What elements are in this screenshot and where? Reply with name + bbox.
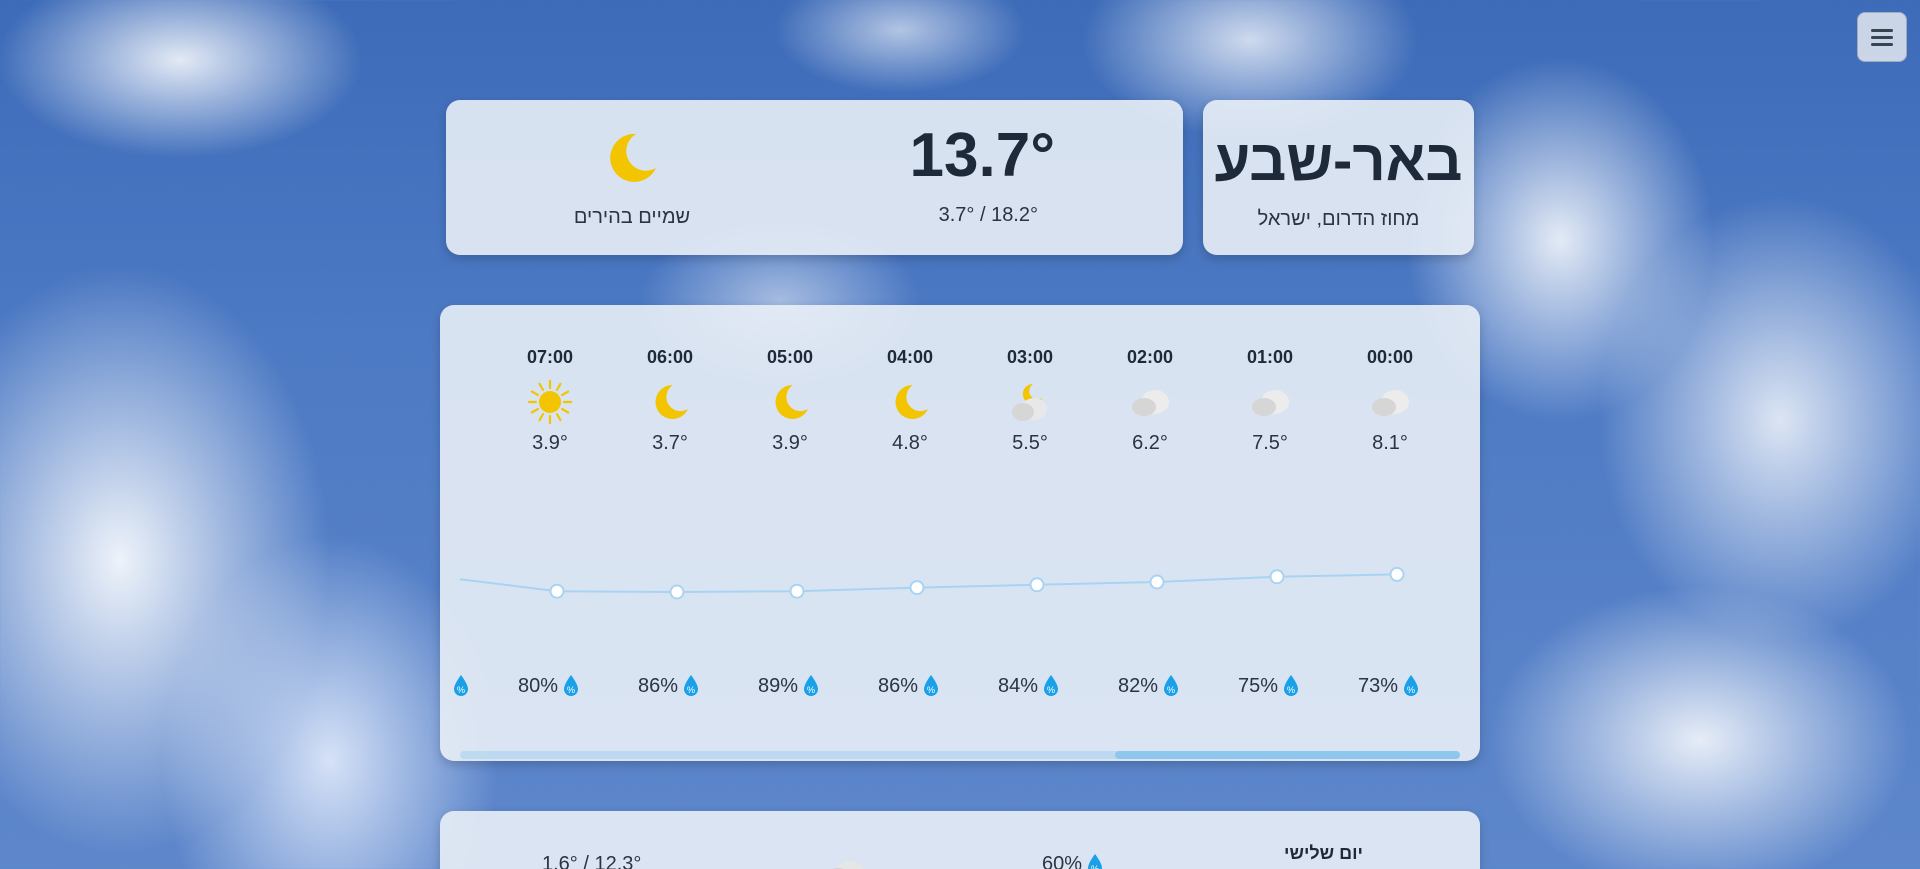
- svg-text:%: %: [1091, 864, 1099, 869]
- svg-text:%: %: [457, 685, 465, 695]
- svg-text:%: %: [1407, 685, 1415, 695]
- svg-text:%: %: [807, 685, 815, 695]
- city-card: באר-שבע מחוז הדרום, ישראל: [1203, 100, 1474, 255]
- hourly-scrollbar[interactable]: [460, 751, 1460, 759]
- daily-humidity: 60% %: [1042, 853, 1104, 869]
- hourly-humidity: 75%%: [1238, 673, 1300, 699]
- hourly-scrollbar-thumb[interactable]: [1115, 751, 1460, 759]
- hourly-humidity-partial: %: [452, 673, 470, 699]
- hourly-humidity: 82%%: [1118, 673, 1180, 699]
- temperature-point: [1149, 574, 1165, 590]
- city-region: מחוז הדרום, ישראל: [1257, 208, 1420, 230]
- menu-icon-line: [1871, 28, 1893, 32]
- cloud-icon: [832, 861, 864, 869]
- menu-icon-line: [1871, 35, 1893, 39]
- temperature-point: [669, 584, 685, 600]
- temperature-point: [1389, 566, 1405, 582]
- hourly-humidity-value: 80%: [518, 674, 559, 697]
- daily-day-name: יום שלישי: [1284, 843, 1363, 863]
- temperature-line-chart: [459, 566, 1405, 600]
- humidity-drop-icon: %: [1404, 675, 1419, 696]
- menu-button[interactable]: [1857, 12, 1907, 62]
- current-description: שמיים בהירים: [573, 206, 691, 228]
- svg-text:%: %: [1047, 685, 1055, 695]
- hourly-humidity-value: 82%: [1118, 674, 1159, 697]
- daily-humidity-value: 60%: [1042, 853, 1083, 869]
- svg-text:%: %: [927, 685, 935, 695]
- svg-text:%: %: [1167, 685, 1175, 695]
- city-name: באר-שבע: [1214, 128, 1463, 193]
- menu-icon-line: [1871, 42, 1893, 46]
- svg-text:%: %: [687, 685, 695, 695]
- hourly-humidity-value: 84%: [998, 674, 1039, 697]
- humidity-drop-icon: %: [804, 675, 819, 696]
- daily-forecast-card: יום שלישי 60% % 1.6° / 12.3°: [440, 811, 1480, 869]
- temperature-point: [549, 583, 565, 599]
- hourly-humidity-value: 89%: [758, 674, 799, 697]
- svg-text:%: %: [1287, 685, 1295, 695]
- humidity-drop-icon: %: [1044, 675, 1059, 696]
- daily-temperature-range: 1.6° / 12.3°: [542, 853, 642, 869]
- humidity-drop-icon: %: [454, 675, 468, 696]
- hourly-forecast-card[interactable]: 00:00 8.1° 01:00 7.5° 02:00 6.2° 03:00 5.5° 04:0…: [440, 305, 1480, 761]
- temperature-point: [789, 583, 805, 599]
- humidity-drop-icon: %: [1164, 675, 1179, 696]
- hourly-humidity: 84%%: [998, 673, 1060, 699]
- humidity-drop-icon: %: [684, 675, 699, 696]
- hourly-humidity-value: 75%: [1238, 674, 1279, 697]
- current-weather-card: 13.7° 3.7° / 18.2° שמיים בהירים: [446, 100, 1183, 255]
- moon-icon: [610, 133, 656, 182]
- humidity-drop-icon: %: [564, 675, 579, 696]
- hourly-humidity: 86%%: [638, 673, 700, 699]
- temperature-point: [1269, 569, 1285, 585]
- hourly-humidity-value: 73%: [1358, 674, 1399, 697]
- svg-text:%: %: [567, 685, 575, 695]
- hourly-humidity: 73%%: [1358, 673, 1420, 699]
- temperature-point: [1029, 577, 1045, 593]
- hourly-humidity: 86%%: [878, 673, 940, 699]
- temperature-point: [909, 580, 925, 596]
- humidity-drop-icon: %: [924, 675, 939, 696]
- hourly-humidity: 80%%: [518, 673, 580, 699]
- temperature-line: [459, 573, 1398, 594]
- hourly-humidity: 89%%: [758, 673, 820, 699]
- current-temperature: 13.7°: [909, 121, 1055, 190]
- current-temperature-range: 3.7° / 18.2°: [938, 204, 1038, 226]
- hourly-humidity-value: 86%: [638, 674, 679, 697]
- humidity-drop-icon: %: [1284, 675, 1299, 696]
- humidity-drop-icon: %: [1088, 854, 1103, 869]
- hourly-humidity-value: 86%: [878, 674, 919, 697]
